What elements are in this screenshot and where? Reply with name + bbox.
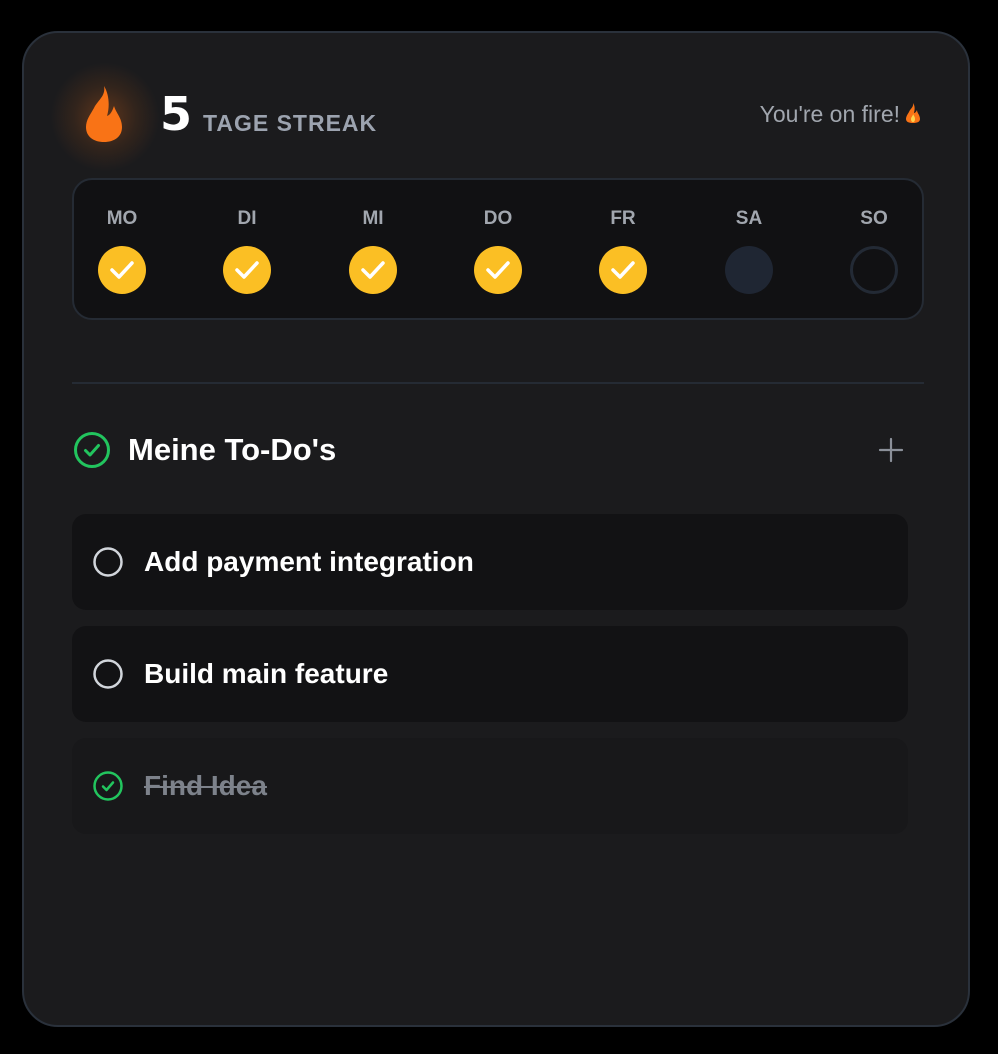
day-done-indicator: [223, 246, 271, 294]
checkmark-icon: [110, 261, 134, 279]
plus-icon[interactable]: [876, 435, 906, 465]
day-so: SO: [834, 180, 914, 320]
day-done-indicator: [349, 246, 397, 294]
checkmark-icon: [361, 261, 385, 279]
todo-item[interactable]: Add payment integration: [72, 514, 908, 610]
streak-message-text: You're on fire!: [759, 101, 900, 127]
day-rest-indicator: [725, 246, 773, 294]
todo-item-completed[interactable]: Find Idea: [72, 738, 908, 834]
section-divider: [72, 382, 924, 384]
day-open-indicator: [850, 246, 898, 294]
day-di: DI: [207, 180, 287, 320]
day-label: DI: [237, 208, 257, 229]
day-done-indicator: [474, 246, 522, 294]
checked-circle-icon[interactable]: [92, 770, 124, 802]
day-mi: MI: [333, 180, 413, 320]
streak-count: 5: [160, 87, 193, 141]
checkmark-icon: [235, 261, 259, 279]
streak-message: You're on fire!: [760, 100, 922, 130]
day-label: SA: [735, 208, 763, 229]
day-label: MI: [362, 208, 384, 229]
checkmark-icon: [486, 261, 510, 279]
day-do: DO: [458, 180, 538, 320]
streak-label: TAGE STREAK: [203, 110, 378, 136]
todo-item[interactable]: Build main feature: [72, 626, 908, 722]
day-done-indicator: [98, 246, 146, 294]
week-tracker: MO DI MI DO FR SA SO: [72, 178, 924, 320]
unchecked-circle-icon[interactable]: [92, 546, 124, 578]
todo-section-title: Meine To-Do's: [128, 432, 337, 467]
day-sa: SA: [709, 180, 789, 320]
day-done-indicator: [599, 246, 647, 294]
todo-item-text: Build main feature: [144, 658, 389, 689]
flame-icon: [50, 62, 160, 172]
unchecked-circle-icon[interactable]: [92, 658, 124, 690]
day-label: SO: [860, 208, 888, 229]
fire-emoji-icon: [904, 102, 922, 130]
day-label: FR: [610, 208, 636, 229]
day-mo: MO: [82, 180, 162, 320]
day-label: DO: [483, 208, 513, 229]
streak-todo-card: 5 TAGE STREAK You're on fire! MO DI MI D…: [22, 31, 970, 1027]
day-label: MO: [106, 208, 138, 229]
todo-item-text: Find Idea: [144, 770, 267, 801]
check-circle-icon: [74, 432, 110, 468]
day-fr: FR: [583, 180, 663, 320]
todo-item-text: Add payment integration: [144, 546, 474, 577]
checkmark-icon: [611, 261, 635, 279]
